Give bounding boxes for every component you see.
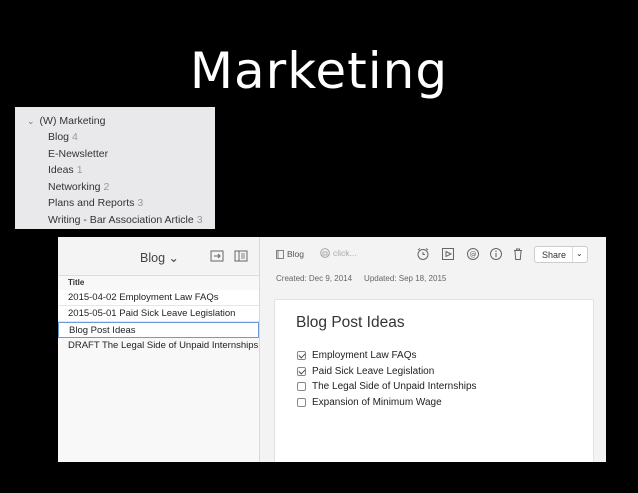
notebook-item-blog[interactable]: Blog 4 xyxy=(48,131,78,143)
svg-text:@: @ xyxy=(470,251,477,259)
notebook-item-plans-and-reports[interactable]: Plans and Reports 3 xyxy=(48,197,143,209)
slide-title: Marketing xyxy=(189,42,449,100)
new-note-icon[interactable] xyxy=(210,250,224,262)
notebook-name: Networking xyxy=(48,180,101,193)
share-button-label: Share xyxy=(542,250,567,260)
notebook-item-ideas[interactable]: Ideas 1 xyxy=(48,164,83,176)
checklist-item-text: Employment Law FAQs xyxy=(312,350,417,362)
notebook-stack-label: (W) Marketing xyxy=(39,115,106,127)
note-row[interactable]: DRAFT The Legal Side of Unpaid Internshi… xyxy=(58,338,259,354)
notebook-item-e-newsletter[interactable]: E-Newsletter xyxy=(48,148,108,160)
checkbox-unchecked[interactable] xyxy=(297,382,306,392)
notebook-name: Ideas xyxy=(48,164,74,176)
checklist-item-text: Paid Sick Leave Legislation xyxy=(312,365,435,377)
note-metadata: Created: Dec 9, 2014 Updated: Sep 18, 201… xyxy=(276,274,446,283)
notebook-name: Plans and Reports xyxy=(48,197,135,209)
checkbox-checked[interactable] xyxy=(297,351,306,361)
info-icon[interactable] xyxy=(489,247,503,261)
column-header-title[interactable]: Title xyxy=(68,278,84,287)
tag-icon xyxy=(320,248,330,258)
note-row-selected[interactable]: Blog Post Ideas xyxy=(58,322,259,338)
created-date: Created: Dec 9, 2014 xyxy=(276,274,353,283)
evernote-window: Blog ⌄ Title 2015-04-02 Employment Law F… xyxy=(58,237,606,462)
checklist-item: The Legal Side of Unpaid Internships xyxy=(297,379,477,395)
chevron-down-icon[interactable]: ⌄ xyxy=(27,116,35,127)
note-list-header: Blog ⌄ xyxy=(58,237,259,276)
note-editor-pane: Blog click... @ Share ⌄ Created: Dec 9, … xyxy=(260,237,606,462)
editor-toolbar: Blog click... @ Share ⌄ xyxy=(260,237,606,271)
share-divider xyxy=(572,247,573,262)
notebook-selector-label: Blog xyxy=(287,249,305,259)
reminder-alarm-icon[interactable] xyxy=(416,247,430,261)
notebook-count: 3 xyxy=(137,197,144,209)
checkbox-unchecked[interactable] xyxy=(297,397,306,407)
checkbox-checked[interactable] xyxy=(297,366,306,376)
notebook-stack[interactable]: ⌄ (W) Marketing xyxy=(27,115,105,127)
share-button[interactable]: Share ⌄ xyxy=(534,246,588,263)
tag-field[interactable]: click... xyxy=(320,248,357,258)
notebook-icon xyxy=(276,249,284,259)
notebook-name: Writing - Bar Association Article xyxy=(48,213,194,226)
tag-placeholder: click... xyxy=(333,248,357,258)
note-list: 2015-04-02 Employment Law FAQs 2015-05-0… xyxy=(58,290,259,354)
note-list-pane: Blog ⌄ Title 2015-04-02 Employment Law F… xyxy=(58,237,260,462)
notebook-count: 3 xyxy=(196,213,203,226)
notebook-selector[interactable]: Blog xyxy=(276,249,304,259)
checklist-item: Expansion of Minimum Wage xyxy=(297,395,477,411)
updated-date: Updated: Sep 18, 2015 xyxy=(364,274,447,283)
presentation-icon[interactable] xyxy=(441,247,455,261)
notebook-name: Blog xyxy=(48,131,70,143)
checklist-item: Employment Law FAQs xyxy=(297,348,477,364)
checklist: Employment Law FAQs Paid Sick Leave Legi… xyxy=(297,348,477,410)
notebook-item-writing-bar-association[interactable]: Writing - Bar Association Article 3 xyxy=(48,214,203,226)
note-row[interactable]: 2015-04-02 Employment Law FAQs xyxy=(58,290,259,306)
at-share-icon[interactable]: @ xyxy=(466,247,480,261)
notebook-item-networking[interactable]: Networking 2 xyxy=(48,181,109,193)
notebook-name: E-Newsletter xyxy=(48,147,109,160)
notebook-dropdown[interactable]: Blog ⌄ xyxy=(140,250,179,265)
checklist-item-text: The Legal Side of Unpaid Internships xyxy=(312,381,477,393)
notebook-count: 2 xyxy=(103,180,110,193)
notebook-count: 4 xyxy=(72,131,78,143)
checklist-item-text: Expansion of Minimum Wage xyxy=(312,396,442,408)
trash-icon[interactable] xyxy=(511,247,525,261)
view-options-icon[interactable] xyxy=(234,250,248,262)
note-title[interactable]: Blog Post Ideas xyxy=(296,314,405,332)
chevron-down-icon[interactable]: ⌄ xyxy=(576,249,583,258)
note-body[interactable]: Blog Post Ideas Employment Law FAQs Paid… xyxy=(274,299,594,462)
notebook-count: 1 xyxy=(76,164,83,176)
notebook-stack-panel: ⌄ (W) Marketing Blog 4 E-Newsletter Ideas… xyxy=(15,107,215,229)
checklist-item: Paid Sick Leave Legislation xyxy=(297,364,477,380)
note-row[interactable]: 2015-05-01 Paid Sick Leave Legislation xyxy=(58,306,259,322)
